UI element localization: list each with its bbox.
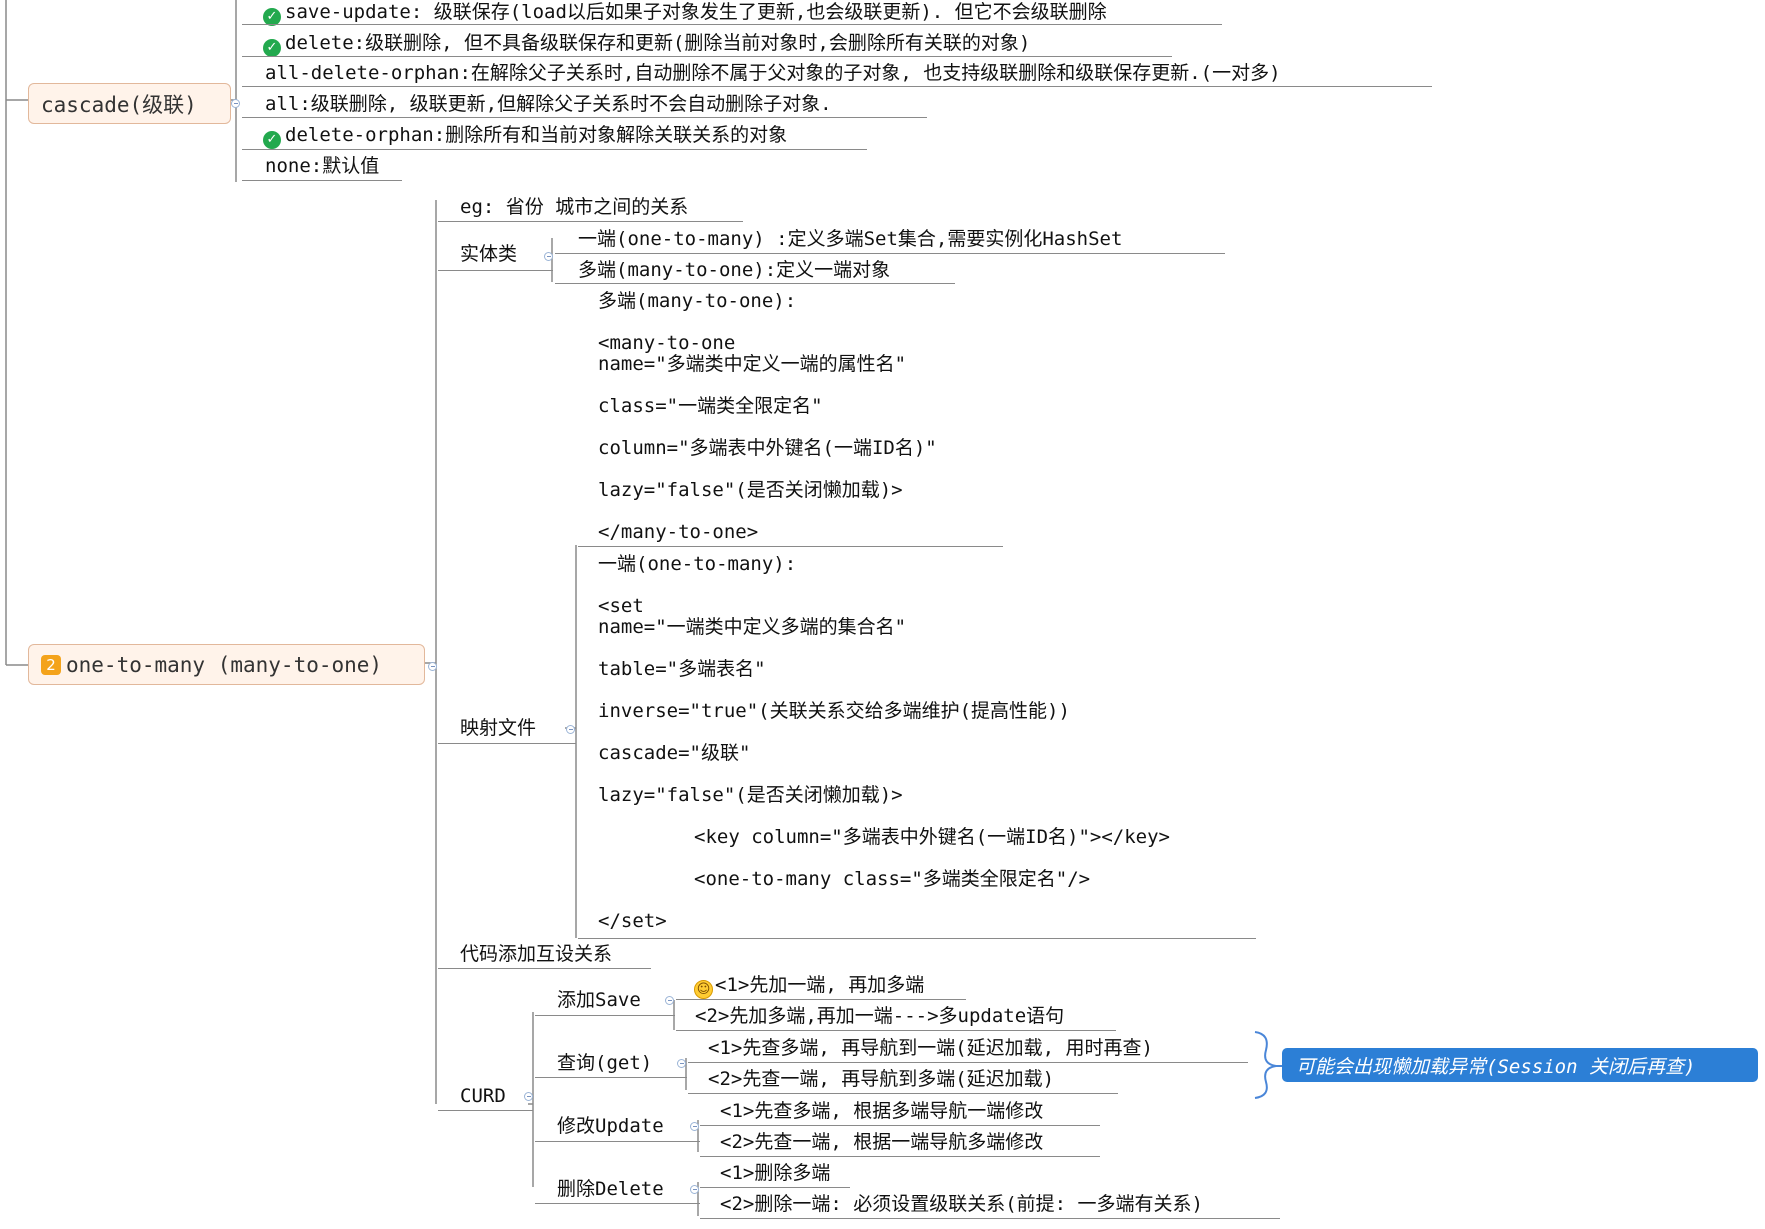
underline [242,180,402,181]
collapse-icon[interactable] [231,99,240,108]
underline [535,1015,675,1016]
mapping-line: </many-to-one> [598,521,759,543]
relation-topic-label: one-to-many (many-to-one) [66,652,383,677]
collapse-icon[interactable] [428,662,437,671]
underline [438,270,553,271]
cascade-option-delete-orphan[interactable]: ✓ delete-orphan:删除所有和当前对象解除关联关系的对象 [263,124,787,149]
underline [438,1110,533,1111]
mapping-line: name="一端类中定义多端的集合名" [598,616,907,638]
curd-get-item[interactable]: <2>先查一端, 再导航到多端(延迟加载) [708,1068,1054,1090]
underline [535,1203,700,1204]
cascade-option-delete[interactable]: ✓ delete:级联删除, 但不具备级联保存和更新(删除当前对象时,会删除所有关… [263,32,1030,57]
cascade-topic[interactable]: cascade(级联) [28,83,231,124]
mapping-line: inverse="true"(关联关系交给多端维护(提高性能)) [598,700,1070,722]
collapse-icon[interactable] [665,996,674,1005]
curd-get-node[interactable]: 查询(get) [557,1052,652,1074]
underline [700,1218,1280,1219]
curd-update-item[interactable]: <1>先查多端, 根据多端导航一端修改 [720,1100,1043,1122]
underline [676,1030,1116,1031]
curd-node[interactable]: CURD [460,1085,506,1107]
cascade-topic-label: cascade(级联) [41,92,197,117]
curd-get-item[interactable]: <1>先查多端, 再导航到一端(延迟加载, 用时再查) [708,1037,1153,1059]
underline [700,1156,1100,1157]
underline [438,221,743,222]
entity-many-side[interactable]: 多端(many-to-one):定义一端对象 [578,259,890,281]
mapping-line: </set> [598,910,667,932]
entity-node[interactable]: 实体类 [460,243,517,265]
mapping-line: lazy="false"(是否关闭懒加载)> [598,784,903,806]
underline [555,253,1225,254]
underline [242,117,927,118]
collapse-icon[interactable] [544,252,553,261]
mapping-node[interactable]: 映射文件 [460,717,536,739]
mapping-line: <key column="多端表中外键名(一端ID名)"></key> [694,826,1170,848]
curd-save-item[interactable]: ☺ <1>先加一端, 再加多端 [694,974,924,999]
underline [535,1141,700,1142]
lazy-load-callout[interactable]: 可能会出现懒加载异常(Session 关闭后再查) [1282,1048,1758,1082]
mapping-line: lazy="false"(是否关闭懒加载)> [598,479,903,501]
underline [242,24,1222,25]
collapse-icon[interactable] [524,1092,533,1101]
checkmark-icon: ✓ [263,131,281,149]
mapping-line: <many-to-one [598,332,736,354]
mapping-line: 一端(one-to-many): [598,553,797,575]
collapse-icon[interactable] [690,1122,699,1131]
mapping-line: <set [598,595,644,617]
underline [242,56,1172,57]
curd-save-item[interactable]: <2>先加多端,再加一端--->多update语句 [695,1005,1064,1027]
underline [555,283,955,284]
underline [242,149,867,150]
underline [676,999,966,1000]
curd-update-item[interactable]: <2>先查一端, 根据一端导航多端修改 [720,1131,1043,1153]
underline [700,1187,850,1188]
underline [688,1093,1118,1094]
underline [578,938,1256,939]
mapping-line: name="多端类中定义一端的属性名" [598,353,907,375]
mapping-line: cascade="级联" [598,742,751,764]
smile-icon: ☺ [694,980,713,999]
collapse-icon[interactable] [677,1059,686,1068]
cascade-option-none[interactable]: none:默认值 [265,155,379,177]
curd-update-node[interactable]: 修改Update [557,1115,664,1137]
mapping-line: <one-to-many class="多端类全限定名"/> [694,868,1091,890]
mapping-line: 多端(many-to-one): [598,290,797,312]
checkmark-icon: ✓ [263,39,281,57]
entity-one-side[interactable]: 一端(one-to-many) :定义多端Set集合,需要实例化HashSet [578,228,1122,250]
cascade-option-all[interactable]: all:级联删除, 级联更新,但解除父子关系时不会自动删除子对象. [265,93,832,115]
cascade-option-save-update[interactable]: ✓ save-update: 级联保存(load以后如果子对象发生了更新,也会级联… [263,1,1107,26]
example-node[interactable]: eg: 省份 城市之间的关系 [460,196,688,218]
mapping-line: class="一端类全限定名" [598,395,823,417]
code-node[interactable]: 代码添加互设关系 [460,943,612,965]
relation-topic[interactable]: 2 one-to-many (many-to-one) [28,644,425,685]
underline [535,1077,687,1078]
curd-delete-item[interactable]: <1>删除多端 [720,1162,830,1184]
underline [242,86,1432,87]
curd-delete-node[interactable]: 删除Delete [557,1178,664,1200]
callout-label: 可能会出现懒加载异常(Session 关闭后再查) [1296,1055,1696,1078]
mapping-line: table="多端表名" [598,658,766,680]
cascade-option-all-delete-orphan[interactable]: all-delete-orphan:在解除父子关系时,自动删除不属于父对象的子对… [265,62,1281,84]
underline [438,968,651,969]
underline [438,743,576,744]
curd-delete-item[interactable]: <2>删除一端: 必须设置级联关系(前提: 一多端有关系) [720,1193,1203,1215]
underline [578,546,1003,547]
collapse-icon[interactable] [566,725,575,734]
underline [688,1062,1248,1063]
curd-save-node[interactable]: 添加Save [557,989,641,1011]
mapping-line: column="多端表中外键名(一端ID名)" [598,437,937,459]
underline [700,1125,1100,1126]
collapse-icon[interactable] [690,1185,699,1194]
priority-2-icon: 2 [41,654,61,675]
